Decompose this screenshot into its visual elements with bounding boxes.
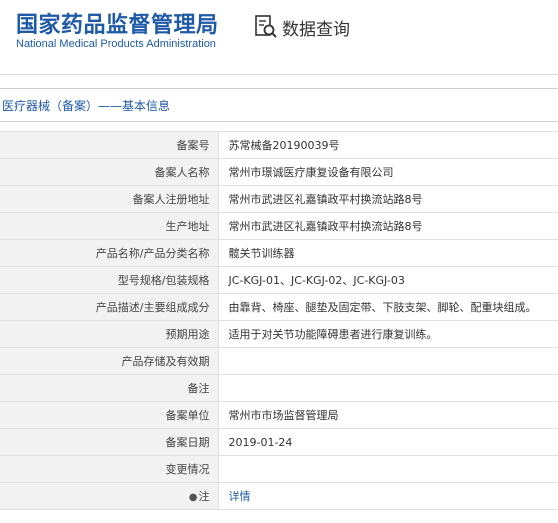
row-label: 产品名称/产品分类名称: [0, 239, 219, 267]
note-label-cell: ●注: [0, 482, 219, 510]
site-logo-subtitle: National Medical Products Administration: [16, 38, 216, 50]
table-row: 备注: [0, 374, 558, 402]
row-label: 生产地址: [0, 212, 219, 240]
details-link[interactable]: 详情: [229, 490, 251, 503]
row-label: 备案日期: [0, 428, 219, 456]
site-header: 国家药品监督管理局 National Medical Products Admi…: [0, 0, 558, 60]
pin-icon: ●: [188, 492, 198, 503]
site-logo-title[interactable]: 国家药品监督管理局: [16, 7, 219, 39]
row-label: 变更情况: [0, 455, 219, 483]
row-value: 常州市璟诚医疗康复设备有限公司: [217, 158, 558, 186]
table-row: 备案人注册地址 常州市武进区礼嘉镇政平村换流站路8号: [0, 185, 558, 213]
table-row: 变更情况: [0, 455, 558, 483]
row-label: 备注: [0, 374, 219, 402]
header-divider: [0, 74, 558, 75]
table-row: 型号规格/包装规格 JC-KGJ-01、JC-KGJ-02、JC-KGJ-03: [0, 266, 558, 294]
row-label: 产品存储及有效期: [0, 347, 219, 375]
row-label: 注: [198, 490, 210, 503]
row-value: 由靠背、椅座、腿垫及固定带、下肢支架、脚轮、配重块组成。: [217, 293, 558, 321]
row-value: [217, 347, 558, 375]
row-value: 苏常械备20190039号: [217, 131, 558, 159]
row-value: 髋关节训练器: [217, 239, 558, 267]
row-value: [217, 455, 558, 483]
row-label: 备案号: [0, 131, 219, 159]
row-label: 预期用途: [0, 320, 219, 348]
table-row: 产品存储及有效期: [0, 347, 558, 375]
row-label: 备案人注册地址: [0, 185, 219, 213]
row-value: JC-KGJ-01、JC-KGJ-02、JC-KGJ-03: [217, 266, 558, 294]
table-row: 备案日期 2019-01-24: [0, 428, 558, 456]
table-row: 产品描述/主要组成成分 由靠背、椅座、腿垫及固定带、下肢支架、脚轮、配重块组成。: [0, 293, 558, 321]
breadcrumb-text: 医疗器械（备案）——基本信息: [2, 99, 171, 113]
table-row: ●注 详情: [0, 482, 558, 510]
row-value: 适用于对关节功能障碍患者进行康复训练。: [217, 320, 558, 348]
document-search-icon: [255, 15, 277, 38]
table-row: 产品名称/产品分类名称 髋关节训练器: [0, 239, 558, 267]
table-row: 备案号 苏常械备20190039号: [0, 131, 558, 159]
data-query-link[interactable]: 数据查询: [254, 14, 350, 40]
breadcrumb: 医疗器械（备案）——基本信息: [0, 88, 558, 122]
data-query-label: 数据查询: [282, 19, 350, 40]
row-label: 备案人名称: [0, 158, 219, 186]
row-value: 常州市武进区礼嘉镇政平村换流站路8号: [217, 185, 558, 213]
row-value: 详情: [217, 482, 558, 510]
row-label: 产品描述/主要组成成分: [0, 293, 219, 321]
row-value: 2019-01-24: [217, 428, 558, 456]
table-row: 生产地址 常州市武进区礼嘉镇政平村换流站路8号: [0, 212, 558, 240]
row-value: 常州市市场监督管理局: [217, 401, 558, 429]
table-row: 备案单位 常州市市场监督管理局: [0, 401, 558, 429]
record-info-table: 备案号 苏常械备20190039号 备案人名称 常州市璟诚医疗康复设备有限公司 …: [0, 131, 558, 510]
table-row: 备案人名称 常州市璟诚医疗康复设备有限公司: [0, 158, 558, 186]
row-label: 型号规格/包装规格: [0, 266, 219, 294]
row-value: [217, 374, 558, 402]
table-row: 预期用途 适用于对关节功能障碍患者进行康复训练。: [0, 320, 558, 348]
row-label: 备案单位: [0, 401, 219, 429]
row-value: 常州市武进区礼嘉镇政平村换流站路8号: [217, 212, 558, 240]
